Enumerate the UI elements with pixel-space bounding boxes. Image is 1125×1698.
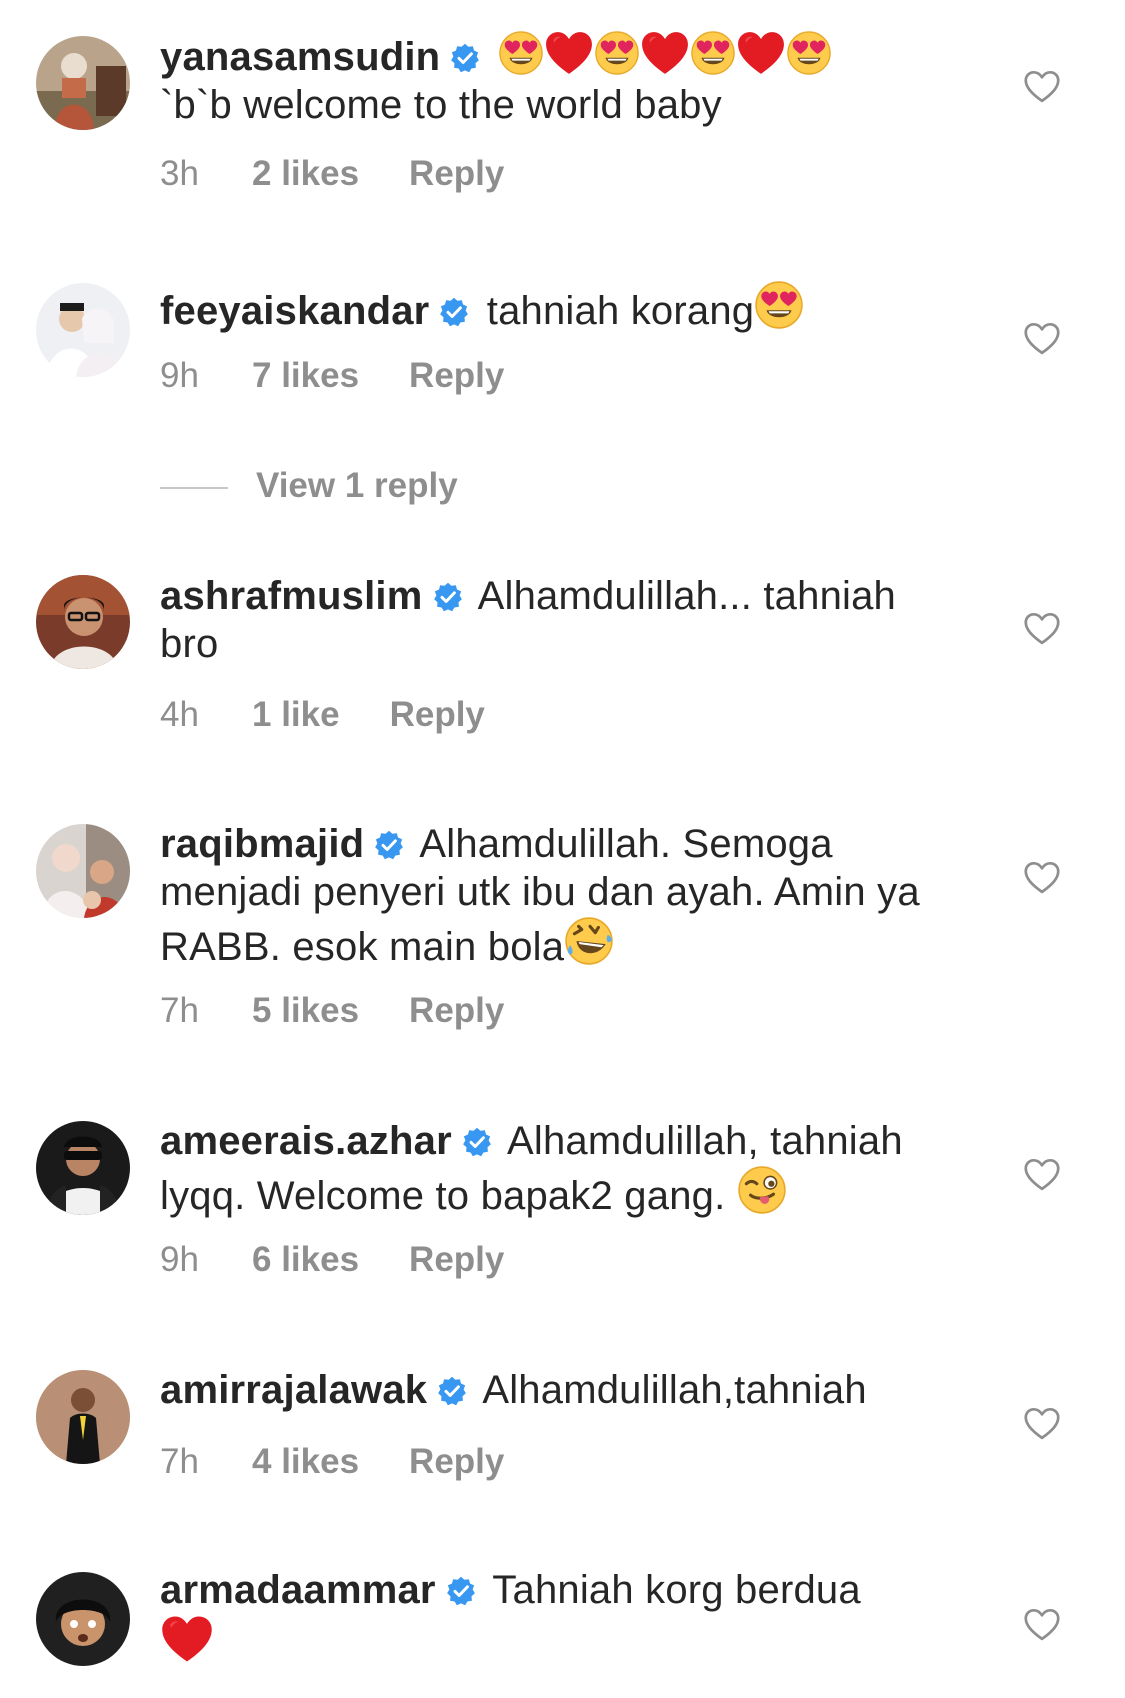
- reply-button[interactable]: Reply: [409, 356, 504, 396]
- comment-text: feeyaiskandar tahniah korang: [160, 280, 960, 335]
- comment-meta: 7h 4 likes Reply: [160, 1442, 504, 1482]
- avatar[interactable]: [36, 1121, 130, 1215]
- comment-body: Alhamdulillah,tahniah: [482, 1368, 867, 1412]
- verified-badge-icon: [450, 43, 480, 73]
- reply-button[interactable]: Reply: [409, 991, 504, 1031]
- avatar[interactable]: [36, 575, 130, 669]
- comment-likes[interactable]: 6 likes: [252, 1240, 359, 1280]
- reply-button[interactable]: Reply: [390, 695, 485, 735]
- heart-eyes-emoji: [690, 30, 736, 76]
- comment-time: 4h: [160, 695, 199, 734]
- comment-time: 3h: [160, 154, 199, 193]
- red-heart-emoji: [160, 1614, 214, 1664]
- heart-outline-icon[interactable]: [1023, 70, 1061, 104]
- heart-outline-icon[interactable]: [1023, 861, 1061, 895]
- reply-button[interactable]: Reply: [409, 154, 504, 194]
- avatar[interactable]: [36, 824, 130, 918]
- comment-text: yanasamsudin `b`b welcome to the world b…: [160, 30, 960, 129]
- heart-outline-icon[interactable]: [1023, 1158, 1061, 1192]
- comment-time: 9h: [160, 356, 199, 395]
- reply-button[interactable]: Reply: [409, 1442, 504, 1482]
- comment-username[interactable]: raqibmajid: [160, 822, 364, 866]
- comment-text: ameerais.azhar Alhamdulillah, tahniah ly…: [160, 1117, 960, 1220]
- avatar[interactable]: [36, 283, 130, 377]
- comment-text: raqibmajid Alhamdulillah. Semoga menjadi…: [160, 820, 960, 971]
- view-replies-label: View 1 reply: [256, 466, 458, 505]
- comment-time: 7h: [160, 1442, 199, 1481]
- comment-likes[interactable]: 1 like: [252, 695, 340, 735]
- heart-eyes-emoji: [498, 30, 544, 76]
- avatar[interactable]: [36, 1572, 130, 1666]
- comment-likes[interactable]: 5 likes: [252, 991, 359, 1031]
- heart-outline-icon[interactable]: [1023, 1608, 1061, 1642]
- verified-badge-icon: [437, 1376, 467, 1406]
- rolling-laughing-emoji: [564, 916, 614, 966]
- heart-outline-icon[interactable]: [1023, 612, 1061, 646]
- avatar[interactable]: [36, 1370, 130, 1464]
- comment-body: tahniah korang: [486, 289, 755, 333]
- verified-badge-icon: [374, 830, 404, 860]
- heart-eyes-emoji: [754, 280, 804, 330]
- heart-eyes-emoji: [594, 30, 640, 76]
- comment-text: armadaammar Tahniah korg berdua: [160, 1566, 960, 1669]
- heart-outline-icon[interactable]: [1023, 1407, 1061, 1441]
- winking-tongue-emoji: [737, 1165, 787, 1215]
- reply-button[interactable]: Reply: [409, 1240, 504, 1280]
- divider: [160, 486, 228, 489]
- verified-badge-icon: [439, 297, 469, 327]
- comment-body: `b`b welcome to the world baby: [160, 83, 722, 127]
- comment-username[interactable]: yanasamsudin: [160, 35, 440, 79]
- verified-badge-icon: [433, 582, 463, 612]
- red-heart-emoji: [736, 30, 786, 76]
- red-heart-emoji: [640, 30, 690, 76]
- verified-badge-icon: [446, 1576, 476, 1606]
- heart-eyes-emoji: [786, 30, 832, 76]
- red-heart-emoji: [544, 30, 594, 76]
- comment-likes[interactable]: 2 likes: [252, 154, 359, 194]
- comment-body: Tahniah korg berdua: [492, 1568, 861, 1612]
- avatar[interactable]: [36, 36, 130, 130]
- view-replies-button[interactable]: View 1 reply: [160, 466, 458, 506]
- comment-username[interactable]: ameerais.azhar: [160, 1119, 452, 1163]
- verified-badge-icon: [462, 1127, 492, 1157]
- comment-likes[interactable]: 4 likes: [252, 1442, 359, 1482]
- comment-meta: 7h 5 likes Reply: [160, 991, 504, 1031]
- comment-meta: 9h 7 likes Reply: [160, 356, 504, 396]
- comment-time: 9h: [160, 1240, 199, 1279]
- comment-meta: 4h 1 like Reply: [160, 695, 485, 735]
- comment-meta: 3h 2 likes Reply: [160, 154, 504, 194]
- comment-likes[interactable]: 7 likes: [252, 356, 359, 396]
- comment-username[interactable]: ashrafmuslim: [160, 574, 423, 618]
- comment-username[interactable]: armadaammar: [160, 1568, 436, 1612]
- comment-text: ashrafmuslim Alhamdulillah... tahniah br…: [160, 572, 960, 668]
- heart-outline-icon[interactable]: [1023, 322, 1061, 356]
- comment-time: 7h: [160, 991, 199, 1030]
- comment-username[interactable]: amirrajalawak: [160, 1368, 427, 1412]
- comment-meta: 9h 6 likes Reply: [160, 1240, 504, 1280]
- comment-text: amirrajalawak Alhamdulillah,tahniah: [160, 1366, 960, 1414]
- comment-username[interactable]: feeyaiskandar: [160, 289, 429, 333]
